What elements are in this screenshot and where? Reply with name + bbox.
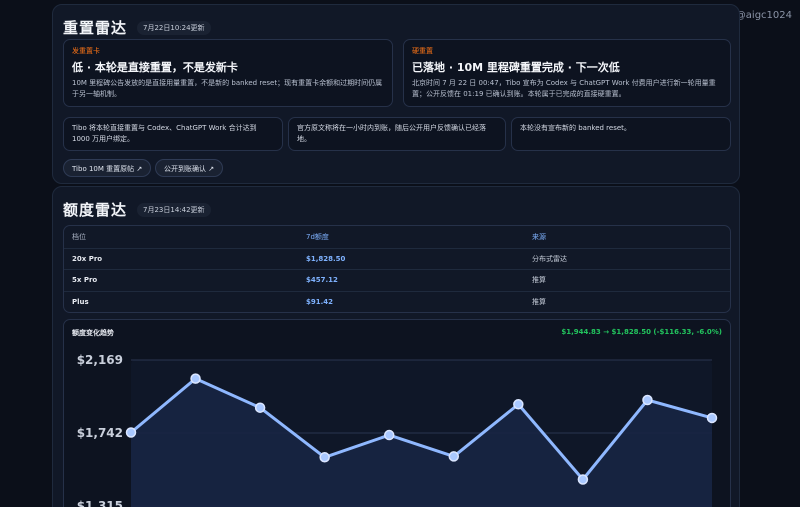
reset-radar-header: 重置雷达 7月22日10:24更新 bbox=[63, 17, 211, 38]
note-card: 本轮没有宣布新的 banked reset。 bbox=[511, 117, 731, 151]
table-row: 5x Pro $457.12 推算 bbox=[64, 269, 730, 291]
column-header-quota: 7d额度 bbox=[306, 232, 329, 241]
card-tag: 发重置卡 bbox=[72, 47, 100, 55]
column-header-source: 来源 bbox=[532, 232, 546, 241]
table-header-row: 档位 7d额度 来源 bbox=[64, 226, 730, 248]
data-point bbox=[706, 412, 718, 424]
quota-cell: $1,828.50 bbox=[306, 254, 346, 263]
reset-card-bank: 发重置卡 低 · 本轮是直接重置，不是发新卡 10M 里程碑公告发放的是直接用量… bbox=[63, 39, 393, 107]
tibo-post-link[interactable]: Tibo 10M 重置原帖 ↗ bbox=[63, 159, 152, 177]
data-point bbox=[448, 451, 460, 462]
table-row: 20x Pro $1,828.50 分布式雷达 bbox=[64, 247, 730, 270]
source-cell: 推算 bbox=[532, 276, 546, 285]
quota-table: 档位 7d额度 来源 20x Pro $1,828.50 分布式雷达 5x Pr… bbox=[63, 225, 731, 313]
data-point bbox=[513, 399, 524, 410]
quota-radar-title: 额度雷达 bbox=[63, 201, 128, 219]
data-point bbox=[125, 427, 137, 438]
quota-radar-panel: 额度雷达 7月23日14:42更新 档位 7d额度 来源 20x Pro $1,… bbox=[52, 186, 740, 507]
tier-cell: 5x Pro bbox=[72, 276, 98, 285]
data-point bbox=[254, 402, 266, 413]
card-body: 10M 里程碑公告发放的是直接用量重置，不是新的 banked reset；现有… bbox=[72, 79, 383, 98]
card-title: 低 · 本轮是直接重置，不是发新卡 bbox=[72, 61, 238, 74]
y-tick-label: $1,742 bbox=[77, 426, 123, 440]
note-card: Tibo 将本轮直接重置与 Codex、ChatGPT Work 合计达到 10… bbox=[63, 117, 283, 151]
quota-radar-header: 额度雷达 7月23日14:42更新 bbox=[63, 199, 211, 220]
column-header-tier: 档位 bbox=[72, 232, 86, 241]
y-tick-label: $2,169 bbox=[77, 353, 123, 367]
table-row: Plus $91.42 推算 bbox=[64, 290, 730, 313]
tier-cell: 20x Pro bbox=[72, 254, 103, 263]
y-tick-label: $1,315 bbox=[77, 499, 123, 507]
note-card: 官方原文称将在一小时内到账，随后公开用户反馈确认已经落地。 bbox=[288, 117, 506, 151]
source-cell: 分布式雷达 bbox=[532, 254, 567, 263]
card-title: 已落地 · 10M 里程碑重置完成 · 下一次低 bbox=[412, 61, 620, 74]
reset-card-hard: 硬重置 已落地 · 10M 里程碑重置完成 · 下一次低 北京时间 7 月 22… bbox=[403, 39, 731, 107]
quota-cell: $91.42 bbox=[306, 297, 334, 306]
data-point bbox=[319, 452, 330, 463]
data-point bbox=[642, 394, 653, 406]
card-tag: 硬重置 bbox=[412, 47, 433, 55]
card-body: 北京时间 7 月 22 日 00:47，Tibo 宣布为 Codex 与 Cha… bbox=[412, 79, 716, 98]
tier-cell: Plus bbox=[72, 297, 89, 306]
quota-radar-updated: 7月23日14:42更新 bbox=[137, 202, 211, 217]
quota-trend-chart: 额度变化趋势 $1,944.83 → $1,828.50 (-$116.33, … bbox=[63, 319, 731, 507]
reset-radar-panel: 重置雷达 7月22日10:24更新 发重置卡 低 · 本轮是直接重置，不是发新卡… bbox=[52, 4, 740, 184]
reset-radar-title: 重置雷达 bbox=[63, 19, 128, 37]
chart-canvas: $2,169 $1,742 $1,315 bbox=[77, 353, 718, 507]
data-point bbox=[577, 474, 589, 485]
source-cell: 推算 bbox=[532, 297, 546, 306]
reset-radar-updated: 7月22日10:24更新 bbox=[137, 20, 211, 35]
data-point bbox=[383, 429, 395, 441]
public-confirm-link[interactable]: 公开到账确认 ↗ bbox=[155, 159, 224, 177]
quota-cell: $457.12 bbox=[306, 276, 338, 285]
data-point bbox=[190, 373, 201, 384]
